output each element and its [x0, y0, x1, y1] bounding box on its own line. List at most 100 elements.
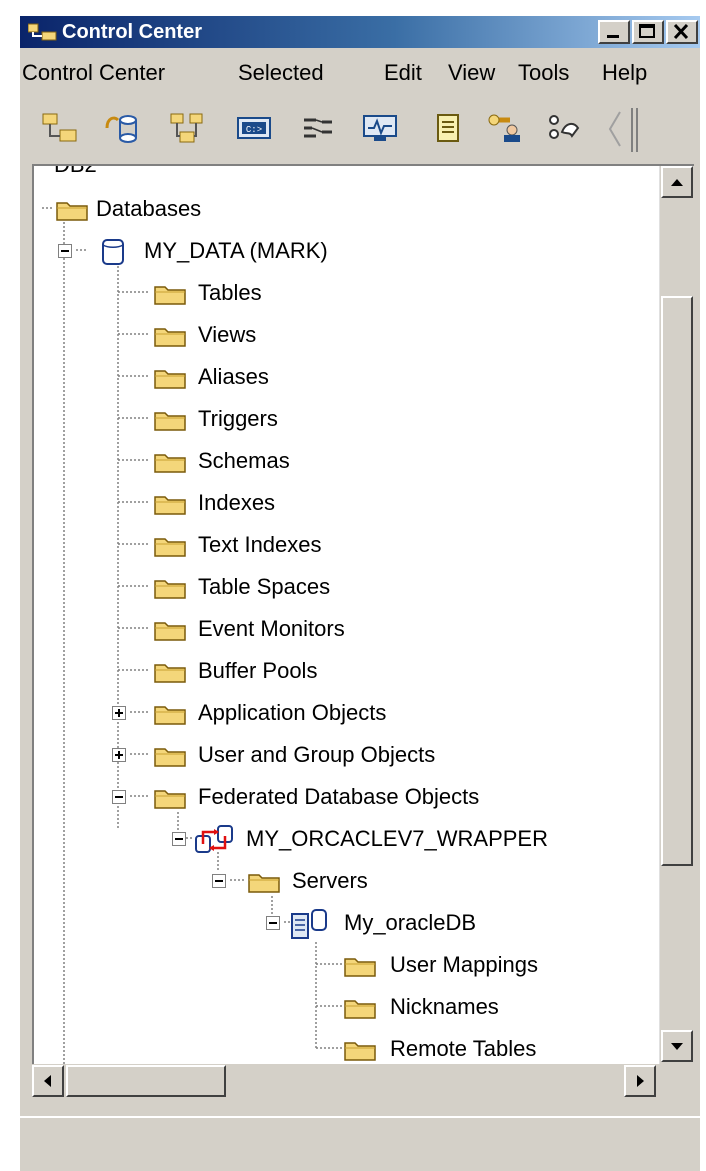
folder-icon	[344, 1042, 376, 1061]
journal-icon[interactable]	[428, 112, 468, 144]
tree-node-event-monitors[interactable]: Event Monitors	[34, 612, 614, 646]
tree-node-table-spaces[interactable]: Table Spaces	[34, 570, 614, 604]
collapse-toggle-icon[interactable]	[112, 790, 126, 804]
minimize-button[interactable]	[598, 20, 630, 44]
menu-help[interactable]: Help	[602, 60, 647, 86]
collapse-toggle-icon[interactable]	[172, 832, 186, 846]
expand-toggle-icon[interactable]	[112, 748, 126, 762]
vertical-scrollbar[interactable]	[659, 166, 694, 1064]
tree-node-label: Event Monitors	[198, 616, 345, 641]
collapse-toggle-icon[interactable]	[266, 916, 280, 930]
tree-node-label: User Mappings	[390, 952, 538, 977]
tree-node-databases[interactable]: Databases	[34, 192, 614, 226]
menu-bar: Control Center Selected Edit View Tools …	[20, 56, 700, 92]
tree-node-servers[interactable]: Servers	[34, 864, 614, 898]
status-bar	[20, 1116, 700, 1168]
task-center-icon[interactable]	[298, 112, 338, 144]
scroll-thumb[interactable]	[661, 296, 693, 866]
tree-node-label: User and Group Objects	[198, 742, 436, 767]
horizontal-scrollbar[interactable]	[32, 1064, 658, 1098]
title-bar[interactable]: Control Center	[20, 16, 700, 48]
tree-node-federated-database-objects[interactable]: Federated Database Objects	[34, 780, 654, 814]
tree-node-my-oracledb[interactable]: My_oracleDB	[34, 906, 614, 940]
tree-node-my-data[interactable]: MY_DATA (MARK)	[34, 234, 614, 268]
scroll-right-button[interactable]	[624, 1065, 656, 1097]
tree-node-label: My_oracleDB	[344, 910, 477, 935]
folder-icon	[56, 202, 88, 221]
tree-node-label: Table Spaces	[198, 574, 331, 599]
collapse-toggle-icon[interactable]	[212, 874, 226, 888]
folder-icon	[154, 622, 186, 641]
control-center-app-icon	[28, 23, 57, 41]
tree-node-label: Servers	[292, 868, 368, 893]
menu-view[interactable]: View	[448, 60, 495, 86]
scroll-down-button[interactable]	[661, 1030, 693, 1062]
replication-icon[interactable]	[104, 112, 144, 144]
collapse-toggle-icon[interactable]	[58, 244, 72, 258]
license-center-icon[interactable]	[486, 112, 526, 144]
menu-control-center[interactable]: Control Center	[22, 60, 165, 86]
tree-node-remote-tables[interactable]: Remote Tables	[34, 1032, 614, 1064]
menu-edit[interactable]: Edit	[384, 60, 422, 86]
tree-node-user-and-group-objects[interactable]: User and Group Objects	[34, 738, 614, 772]
menu-selected[interactable]: Selected	[238, 60, 324, 86]
tree-node-schemas[interactable]: Schemas	[34, 444, 614, 478]
folder-icon	[344, 958, 376, 977]
tree-node-label: Indexes	[198, 490, 276, 515]
development-center-icon[interactable]	[544, 112, 584, 144]
tree-node-indexes[interactable]: Indexes	[34, 486, 614, 520]
folder-icon	[154, 580, 186, 599]
toolbar: C:>	[20, 100, 700, 156]
arrow-up-icon	[671, 179, 683, 186]
tree-node-tables[interactable]: Tables	[34, 276, 614, 310]
folder-icon	[154, 454, 186, 473]
command-editor-icon[interactable]: C:>	[234, 112, 274, 144]
tree-node-aliases[interactable]: Aliases	[34, 360, 614, 394]
folder-icon	[154, 538, 186, 557]
wrapper-icon	[195, 825, 233, 853]
close-icon	[673, 23, 689, 40]
tree-node-label: Tables	[198, 280, 262, 305]
database-icon	[102, 239, 124, 265]
folder-icon	[154, 748, 186, 767]
h-scroll-thumb[interactable]	[66, 1065, 226, 1097]
folder-icon	[154, 706, 186, 725]
tree-node-text-indexes[interactable]: Text Indexes	[34, 528, 614, 562]
scroll-up-button[interactable]	[661, 166, 693, 198]
folder-icon	[154, 412, 186, 431]
tree-node-label: Nicknames	[390, 994, 499, 1019]
satellite-admin-icon[interactable]	[168, 112, 208, 144]
tree-node-triggers[interactable]: Triggers	[34, 402, 614, 436]
minimize-icon	[607, 35, 619, 38]
tree-node-buffer-pools[interactable]: Buffer Pools	[34, 654, 614, 688]
folder-icon	[154, 370, 186, 389]
scroll-left-button[interactable]	[32, 1065, 64, 1097]
tree-node-wrapper[interactable]: MY_ORCACLEV7_WRAPPER	[34, 822, 654, 856]
folder-icon	[154, 496, 186, 515]
system-tree-icon[interactable]	[40, 112, 80, 144]
tree-node-nicknames[interactable]: Nicknames	[34, 990, 614, 1024]
tree-node-views[interactable]: Views	[34, 318, 614, 352]
tree-node-label: MY_ORCACLEV7_WRAPPER	[246, 826, 548, 851]
folder-icon	[154, 790, 186, 809]
maximize-icon	[639, 24, 655, 38]
folder-icon	[154, 328, 186, 347]
folder-icon	[344, 1000, 376, 1019]
menu-tools[interactable]: Tools	[518, 60, 569, 86]
tree-node-label: Federated Database Objects	[198, 784, 480, 809]
tree-node-label: Application Objects	[198, 700, 387, 725]
arrow-down-icon	[671, 1043, 683, 1050]
tree-node-application-objects[interactable]: Application Objects	[34, 696, 614, 730]
tree-node-label: Databases	[96, 196, 202, 221]
control-center-window: Control Center Control Center Selected E…	[18, 14, 700, 1171]
tree-node-user-mappings[interactable]: User Mappings	[34, 948, 614, 982]
server-icon	[291, 909, 327, 939]
expand-toggle-icon[interactable]	[112, 706, 126, 720]
health-center-icon[interactable]	[360, 112, 400, 144]
maximize-button[interactable]	[632, 20, 664, 44]
tree-node-label: Buffer Pools	[198, 658, 318, 683]
close-button[interactable]	[666, 20, 698, 44]
folder-icon	[154, 286, 186, 305]
tree-node-label: Views	[198, 322, 257, 347]
toolbar-more-chevron-icon[interactable]	[604, 106, 644, 152]
